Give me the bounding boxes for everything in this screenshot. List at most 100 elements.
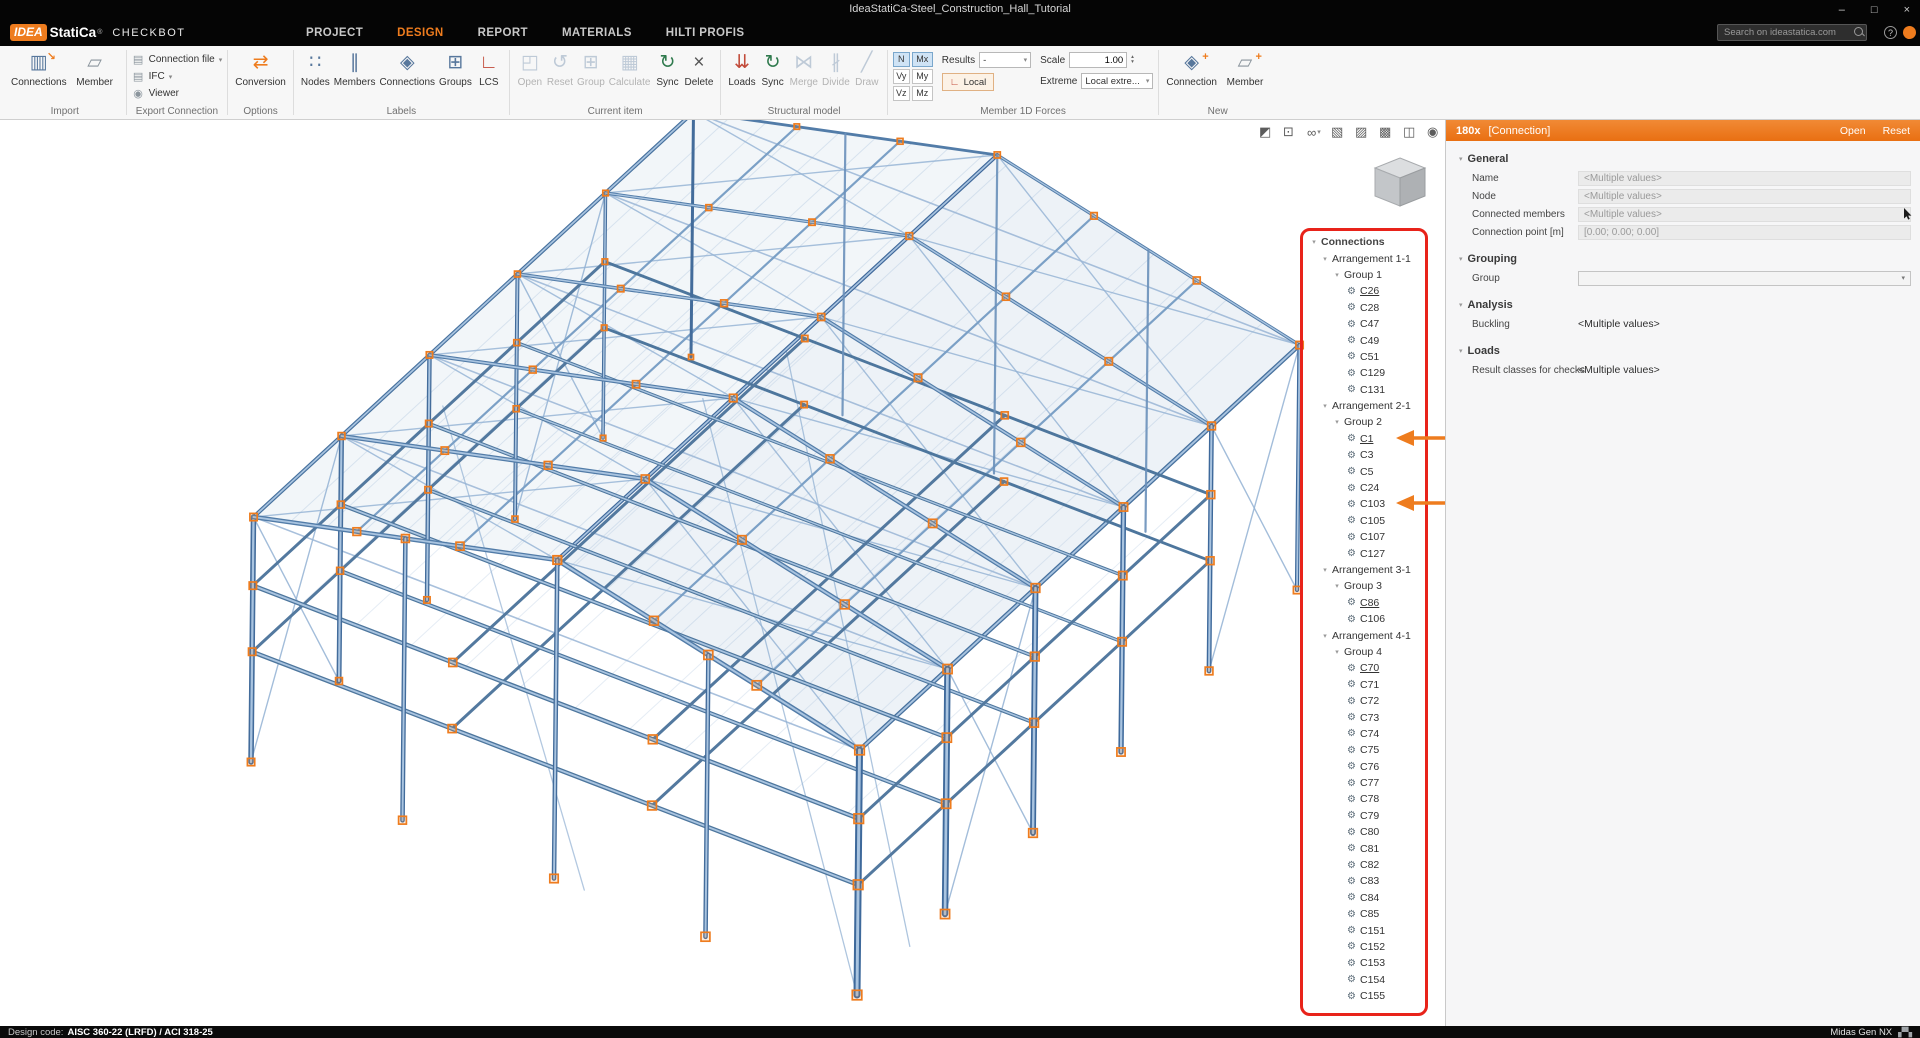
maximize-button[interactable]: □: [1871, 0, 1878, 20]
viewer-item[interactable]: ◉Viewer: [132, 87, 179, 100]
solid-view-icon[interactable]: ▧: [1331, 124, 1347, 140]
help-icon[interactable]: ?: [1884, 26, 1897, 39]
reset-button[interactable]: Reset: [1883, 125, 1910, 137]
tree-connection-c127[interactable]: ⚙C127: [1306, 545, 1424, 561]
property-dropdown-group[interactable]: ▾: [1578, 271, 1911, 286]
ifc-item[interactable]: ▤IFC▾: [132, 70, 173, 83]
tree-connection-c73[interactable]: ⚙C73: [1306, 709, 1424, 725]
property-value-result-classes-for-checks[interactable]: <Multiple values>: [1578, 364, 1660, 376]
connections-button[interactable]: ◈Connections: [377, 48, 437, 88]
tree-connection-c103[interactable]: ⚙C103: [1306, 496, 1424, 512]
viewport-3d[interactable]: [0, 120, 1445, 1026]
tree-connection-c155[interactable]: ⚙C155: [1306, 988, 1424, 1004]
tree-connection-c3[interactable]: ⚙C3: [1306, 447, 1424, 463]
scale-input[interactable]: [1069, 52, 1127, 68]
force-toggle-vy[interactable]: Vy: [893, 69, 910, 84]
members-button[interactable]: ∥Members: [332, 48, 378, 88]
tree-connection-c82[interactable]: ⚙C82: [1306, 857, 1424, 873]
tree-connection-c71[interactable]: ⚙C71: [1306, 677, 1424, 693]
tree-connection-c1[interactable]: ⚙C1: [1306, 431, 1424, 447]
tree-connection-c84[interactable]: ⚙C84: [1306, 890, 1424, 906]
groups-button[interactable]: ⊞Groups: [437, 48, 474, 88]
extreme-dropdown[interactable]: Local extre...▾: [1081, 73, 1153, 89]
tree-group-group-4[interactable]: ▾Group 4: [1306, 644, 1424, 660]
delete-button[interactable]: ×Delete: [682, 48, 715, 88]
member-button[interactable]: ▱+Member: [1219, 48, 1271, 88]
tree-connection-c81[interactable]: ⚙C81: [1306, 840, 1424, 856]
force-toggle-mx[interactable]: Mx: [912, 52, 933, 67]
force-toggle-n[interactable]: N: [893, 52, 910, 67]
tree-connection-c154[interactable]: ⚙C154: [1306, 972, 1424, 988]
sync-button[interactable]: ↻Sync: [758, 48, 788, 88]
tab-design[interactable]: DESIGN: [397, 27, 444, 39]
tree-connection-c26[interactable]: ⚙C26: [1306, 283, 1424, 299]
lcs-button[interactable]: ∟LCS: [474, 48, 504, 88]
tree-connection-c24[interactable]: ⚙C24: [1306, 480, 1424, 496]
tree-connection-c83[interactable]: ⚙C83: [1306, 873, 1424, 889]
tree-connection-c76[interactable]: ⚙C76: [1306, 759, 1424, 775]
fit-view-icon[interactable]: ⊡: [1283, 124, 1299, 140]
tree-root-connections[interactable]: ▾Connections: [1306, 234, 1424, 250]
tree-connection-c86[interactable]: ⚙C86: [1306, 595, 1424, 611]
tree-connection-c153[interactable]: ⚙C153: [1306, 955, 1424, 971]
force-toggle-mz[interactable]: Mz: [912, 86, 933, 101]
axonometry-icon[interactable]: ◩: [1259, 124, 1275, 140]
tab-hilti-profis[interactable]: HILTI PROFIS: [666, 27, 745, 39]
tree-connection-c5[interactable]: ⚙C5: [1306, 463, 1424, 479]
section-header-loads[interactable]: ▾Loads: [1446, 341, 1920, 361]
minimize-button[interactable]: –: [1839, 0, 1845, 20]
section-header-grouping[interactable]: ▾Grouping: [1446, 249, 1920, 269]
close-button[interactable]: ×: [1904, 0, 1910, 20]
tree-connection-c28[interactable]: ⚙C28: [1306, 300, 1424, 316]
tree-group-group-3[interactable]: ▾Group 3: [1306, 578, 1424, 594]
tree-connection-c77[interactable]: ⚙C77: [1306, 775, 1424, 791]
navigation-cube[interactable]: [1369, 155, 1431, 211]
tree-connection-c51[interactable]: ⚙C51: [1306, 349, 1424, 365]
connections-button[interactable]: ▥↘Connections: [9, 48, 69, 88]
tab-materials[interactable]: MATERIALS: [562, 27, 632, 39]
tree-connection-c75[interactable]: ⚙C75: [1306, 742, 1424, 758]
tree-connection-c47[interactable]: ⚙C47: [1306, 316, 1424, 332]
results-dropdown[interactable]: -▾: [979, 52, 1031, 68]
section-header-general[interactable]: ▾General: [1446, 149, 1920, 169]
loads-button[interactable]: ⇊Loads: [726, 48, 757, 88]
conversion-button[interactable]: ⇄Conversion: [233, 48, 288, 88]
account-icon[interactable]: [1903, 26, 1916, 39]
property-value-buckling[interactable]: <Multiple values>: [1578, 318, 1660, 330]
transparent-view-icon[interactable]: ▨: [1355, 124, 1371, 140]
wireframe-view-icon[interactable]: ▩: [1379, 124, 1395, 140]
tree-connection-c106[interactable]: ⚙C106: [1306, 611, 1424, 627]
tree-connection-c131[interactable]: ⚙C131: [1306, 382, 1424, 398]
tree-connection-c49[interactable]: ⚙C49: [1306, 332, 1424, 348]
tree-connection-c105[interactable]: ⚙C105: [1306, 513, 1424, 529]
link-views-icon[interactable]: ∞▾: [1307, 125, 1323, 140]
connection-file-item[interactable]: ▤Connection file▾: [132, 53, 223, 66]
structural-model-3d[interactable]: [0, 120, 1445, 1026]
tree-connection-c85[interactable]: ⚙C85: [1306, 906, 1424, 922]
tree-connection-c151[interactable]: ⚙C151: [1306, 922, 1424, 938]
tree-arrangement-arrangement-4-1[interactable]: ▾Arrangement 4-1: [1306, 627, 1424, 643]
tree-group-group-1[interactable]: ▾Group 1: [1306, 267, 1424, 283]
tree-connection-c129[interactable]: ⚙C129: [1306, 365, 1424, 381]
tree-connection-c70[interactable]: ⚙C70: [1306, 660, 1424, 676]
connection-button[interactable]: ◈+Connection: [1164, 48, 1219, 88]
tree-connection-c72[interactable]: ⚙C72: [1306, 693, 1424, 709]
members-visibility-icon[interactable]: ◫: [1403, 124, 1419, 140]
sync-button[interactable]: ↻Sync: [652, 48, 682, 88]
tree-connection-c152[interactable]: ⚙C152: [1306, 939, 1424, 955]
force-toggle-my[interactable]: My: [912, 69, 933, 84]
tab-project[interactable]: PROJECT: [306, 27, 363, 39]
member-button[interactable]: ▱Member: [69, 48, 121, 88]
section-header-analysis[interactable]: ▾Analysis: [1446, 295, 1920, 315]
local-button[interactable]: ∟Local: [942, 73, 995, 91]
tree-arrangement-arrangement-2-1[interactable]: ▾Arrangement 2-1: [1306, 398, 1424, 414]
tree-connection-c80[interactable]: ⚙C80: [1306, 824, 1424, 840]
force-toggle-vz[interactable]: Vz: [893, 86, 910, 101]
scale-spinner[interactable]: ▴▾: [1131, 55, 1134, 65]
open-button[interactable]: Open: [1840, 125, 1866, 137]
tree-connection-c74[interactable]: ⚙C74: [1306, 726, 1424, 742]
tree-connection-c78[interactable]: ⚙C78: [1306, 791, 1424, 807]
tree-arrangement-arrangement-1-1[interactable]: ▾Arrangement 1-1: [1306, 250, 1424, 266]
search-input[interactable]: [1717, 24, 1867, 41]
loads-visibility-icon[interactable]: ◉: [1427, 124, 1443, 140]
